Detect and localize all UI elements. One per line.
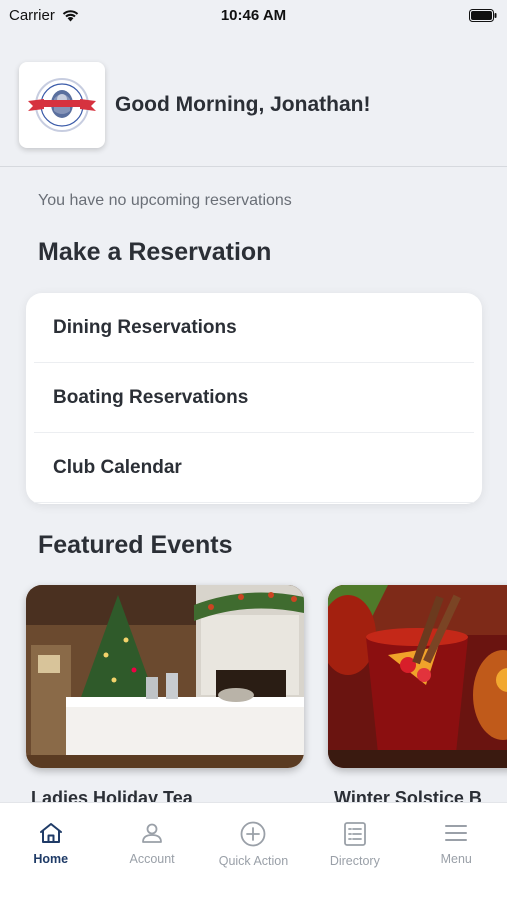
directory-icon: [343, 822, 366, 846]
status-left: Carrier: [9, 7, 79, 24]
tab-label: Menu: [440, 852, 472, 866]
header-divider: [0, 166, 507, 167]
menu-icon: [445, 825, 468, 841]
event-card-winter-solstice[interactable]: [328, 585, 507, 768]
carrier-label: Carrier: [9, 6, 55, 24]
tab-home[interactable]: Home: [0, 803, 101, 900]
reservation-item-label: Club Calendar: [53, 456, 182, 478]
tab-label: Home: [33, 852, 69, 866]
battery-icon: [469, 8, 497, 22]
event-image: [328, 585, 507, 768]
club-logo[interactable]: [19, 62, 105, 148]
club-calendar-item[interactable]: Club Calendar: [34, 433, 474, 503]
reservation-card: Dining Reservations Boating Reservations…: [26, 293, 482, 504]
tab-label: Directory: [329, 854, 380, 868]
tab-quick-action[interactable]: Quick Action: [203, 803, 304, 900]
event-image: [26, 585, 304, 768]
dining-reservations-item[interactable]: Dining Reservations: [34, 293, 474, 363]
wifi-icon: [62, 9, 79, 22]
home-icon: [39, 823, 62, 843]
tab-menu[interactable]: Menu: [406, 803, 507, 900]
tab-bar: Home Account Quick Action Directory Menu: [0, 802, 507, 900]
reservation-item-label: Dining Reservations: [53, 316, 237, 338]
featured-events-title: Featured Events: [38, 531, 233, 559]
plus-circle-icon: [241, 821, 266, 847]
tab-label: Quick Action: [218, 854, 289, 868]
tab-account[interactable]: Account: [102, 803, 203, 900]
make-reservation-title: Make a Reservation: [38, 238, 272, 266]
event-card-holiday-tea[interactable]: [26, 585, 304, 768]
tab-directory[interactable]: Directory: [304, 803, 405, 900]
status-bar: Carrier 10:46 AM: [0, 0, 507, 30]
greeting-text: Good Morning, Jonathan!: [115, 93, 371, 116]
tab-label: Account: [129, 852, 175, 866]
account-icon: [142, 823, 162, 843]
no-reservations-message: You have no upcoming reservations: [38, 192, 292, 209]
header: Good Morning, Jonathan!: [19, 62, 507, 148]
boating-reservations-item[interactable]: Boating Reservations: [34, 363, 474, 433]
reservation-item-label: Boating Reservations: [53, 386, 249, 408]
club-emblem-icon: [28, 78, 96, 132]
